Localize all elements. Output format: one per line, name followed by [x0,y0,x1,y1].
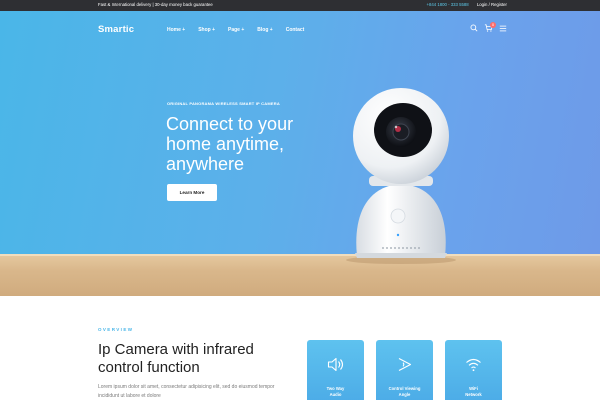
overview-label: OVERVIEW [98,327,134,332]
login-register-link[interactable]: Login / Register [477,2,507,7]
speaker-icon [327,357,344,377]
wifi-icon [465,357,482,377]
learn-more-button[interactable]: Learn More [167,184,217,201]
cart-count-badge: 0 [490,22,496,28]
phone-number[interactable]: +844 1800 - 333 5588 [427,2,469,7]
header-icons: 0 [470,22,507,32]
feature-card-control-viewing-angle[interactable]: Control Viewing Angle [376,340,433,400]
feature-label: WiFi Network [465,386,482,398]
hero-eyebrow: ORIGINAL PANORAMA WIRELESS SMART IP CAME… [167,101,280,106]
cart-icon[interactable]: 0 [484,22,496,32]
feature-card-wifi-network[interactable]: WiFi Network [445,340,502,400]
top-bar: Fast & International delivery | 30-day m… [0,0,600,11]
main-nav: Home + Shop + Page + Blog + Contact [167,27,304,33]
nav-contact[interactable]: Contact [286,27,305,33]
search-icon[interactable] [470,24,478,32]
section-title: Ip Camera with infrared control function [98,341,254,376]
camera-product-image [346,88,456,264]
feature-label: Control Viewing Angle [388,386,421,398]
nav-blog[interactable]: Blog + [257,27,272,33]
wooden-shelf [0,254,600,296]
section-body: Lorem ipsum dolor sit amet, consectetur … [98,384,275,399]
hero-headline: Connect to your home anytime, anywhere [166,114,294,174]
top-bar-right: +844 1800 - 333 5588 Login / Register [427,2,507,7]
nav-home[interactable]: Home + [167,27,185,33]
feature-card-two-way-audio[interactable]: Two Way Audio [307,340,364,400]
menu-icon[interactable] [499,25,507,32]
feature-label: Two Way Audio [326,386,345,398]
angle-icon [396,357,413,377]
nav-shop[interactable]: Shop + [198,27,215,33]
delivery-notice: Fast & International delivery | 30-day m… [98,2,213,7]
shelf-edge [0,254,600,256]
site-logo[interactable]: Smartic [98,24,134,35]
nav-page[interactable]: Page + [228,27,244,33]
